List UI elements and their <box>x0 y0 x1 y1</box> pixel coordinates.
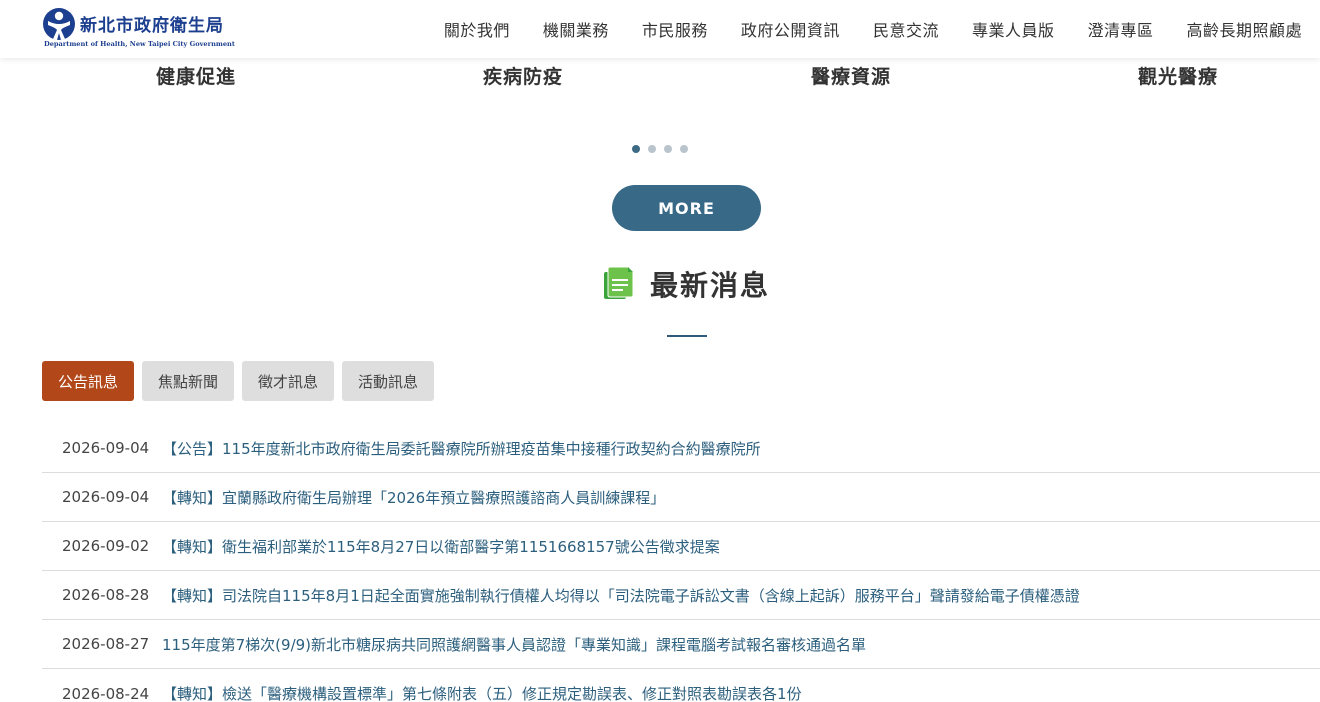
nav-item-clarification[interactable]: 澄清專區 <box>1087 17 1153 41</box>
nav-item-public-opinion[interactable]: 民意交流 <box>873 17 939 41</box>
news-heading: 最新消息 <box>0 262 1320 304</box>
category-health-promotion[interactable]: 健康促進 <box>96 62 296 89</box>
nav-item-citizen-services[interactable]: 市民服務 <box>642 17 708 41</box>
logo-chinese-name: 新北市政府衛生局 <box>80 16 224 36</box>
news-item[interactable]: 2026-08-27 115年度第7梯次(9/9)新北市糖尿病共同照護網醫事人員… <box>42 620 1320 669</box>
news-item[interactable]: 2026-09-02 【轉知】 衛生福利部業於115年8月27日以衛部醫字第11… <box>42 522 1320 571</box>
nav-item-public-info[interactable]: 政府公開資訊 <box>741 17 840 41</box>
nav-item-professionals[interactable]: 專業人員版 <box>972 17 1055 41</box>
news-link[interactable]: 檢送「醫療機構設置標準」第七條附表（五）修正規定勘誤表、修正對照表勘誤表各1份 <box>222 683 802 702</box>
news-date: 2026-09-04 <box>62 439 150 457</box>
category-carousel: 健康促進 疾病防疫 醫療資源 觀光醫療 <box>0 62 1320 94</box>
news-tag: 【轉知】 <box>162 488 223 507</box>
news-tag: 【轉知】 <box>162 685 223 702</box>
news-title: 最新消息 <box>650 269 771 302</box>
health-bureau-logo-icon <box>43 8 75 40</box>
nav-item-long-term-care[interactable]: 高齡長期照顧處 <box>1186 17 1302 41</box>
category-medical-tourism[interactable]: 觀光醫療 <box>1078 62 1278 89</box>
main-nav: 關於我們 機關業務 市民服務 政府公開資訊 民意交流 專業人員版 澄清專區 高齡… <box>411 0 1302 58</box>
tab-events[interactable]: 活動訊息 <box>342 361 435 401</box>
news-date: 2026-08-27 <box>62 635 150 653</box>
category-medical-resources[interactable]: 醫療資源 <box>751 62 951 89</box>
news-item[interactable]: 2026-09-04 【公告】 115年度新北市政府衛生局委託醫療院所辦理疫苗集… <box>42 424 1320 473</box>
carousel-dot-3[interactable] <box>664 145 672 153</box>
tab-recruitment[interactable]: 徵才訊息 <box>242 361 335 401</box>
news-date: 2026-09-04 <box>62 488 150 506</box>
category-disease-prevention[interactable]: 疾病防疫 <box>423 62 623 89</box>
news-link[interactable]: 司法院自115年8月1日起全面實施強制執行債權人均得以「司法院電子訴訟文書（含線… <box>222 585 1080 606</box>
logo-english-name: Department of Health, New Taipei City Go… <box>44 40 235 48</box>
news-tag: 【轉知】 <box>162 586 223 605</box>
news-date: 2026-08-24 <box>62 684 150 702</box>
carousel-dot-4[interactable] <box>680 145 688 153</box>
news-item[interactable]: 2026-08-28 【轉知】 司法院自115年8月1日起全面實施強制執行債權人… <box>42 571 1320 620</box>
more-button[interactable]: MORE <box>612 185 761 231</box>
news-list: 2026-09-04 【公告】 115年度新北市政府衛生局委託醫療院所辦理疫苗集… <box>42 424 1320 702</box>
news-item[interactable]: 2026-08-24 【轉知】 檢送「醫療機構設置標準」第七條附表（五）修正規定… <box>42 669 1320 702</box>
carousel-pagination <box>0 145 1320 153</box>
news-date: 2026-09-02 <box>62 537 150 555</box>
tab-announcements[interactable]: 公告訊息 <box>42 361 135 401</box>
news-link[interactable]: 宜蘭縣政府衛生局辦理「2026年預立醫療照護諮商人員訓練課程」 <box>222 487 665 508</box>
nav-item-about[interactable]: 關於我們 <box>444 17 510 41</box>
news-link[interactable]: 115年度第7梯次(9/9)新北市糖尿病共同照護網醫事人員認證「專業知識」課程電… <box>162 634 866 655</box>
news-date: 2026-08-28 <box>62 586 150 604</box>
news-item[interactable]: 2026-09-04 【轉知】 宜蘭縣政府衛生局辦理「2026年預立醫療照護諮商… <box>42 473 1320 522</box>
news-tabs: 公告訊息 焦點新聞 徵才訊息 活動訊息 <box>42 361 442 401</box>
carousel-dot-2[interactable] <box>648 145 656 153</box>
title-underline <box>667 335 707 337</box>
news-tag: 【轉知】 <box>162 537 223 556</box>
document-icon <box>604 266 634 299</box>
site-header: 新北市政府衛生局 Department of Health, New Taipe… <box>0 0 1320 58</box>
tab-focus-news[interactable]: 焦點新聞 <box>142 361 235 401</box>
news-link[interactable]: 衛生福利部業於115年8月27日以衛部醫字第1151668157號公告徵求提案 <box>222 536 720 557</box>
site-logo[interactable]: 新北市政府衛生局 Department of Health, New Taipe… <box>42 7 252 51</box>
news-link[interactable]: 115年度新北市政府衛生局委託醫療院所辦理疫苗集中接種行政契約合約醫療院所 <box>222 438 761 459</box>
news-tag: 【公告】 <box>162 439 223 458</box>
nav-item-business[interactable]: 機關業務 <box>543 17 609 41</box>
carousel-dot-1[interactable] <box>632 145 640 153</box>
